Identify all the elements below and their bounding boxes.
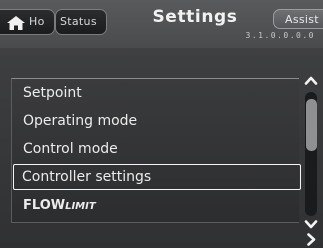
menu-item-label: Controller settings — [22, 169, 152, 185]
tab-status[interactable]: Status — [55, 9, 107, 35]
menu-item-label: Control mode — [23, 141, 118, 157]
menu-item-label: Operating mode — [23, 113, 138, 129]
screen: Ho Status Settings Assist 3.1.0.0.0.0 Se… — [0, 0, 323, 248]
tab-status-label: Status — [60, 15, 97, 28]
menu-item-label: Setpoint — [23, 85, 82, 101]
menu-item-operating-mode[interactable]: Operating mode — [13, 108, 299, 134]
menu-item-flowlimit[interactable]: FLOWLIMIT — [13, 192, 299, 218]
menu-code: 3.1.0.0.0.0 — [245, 31, 315, 40]
tab-assist-label: Assist — [285, 13, 319, 26]
menu-item-setpoint[interactable]: Setpoint — [13, 80, 299, 106]
tab-assist[interactable]: Assist — [273, 9, 323, 29]
tab-home[interactable]: Ho — [0, 9, 55, 35]
home-icon — [7, 16, 25, 30]
page-title: Settings — [152, 7, 238, 27]
menu-item-label-main: FLOW — [23, 198, 66, 213]
chevron-right-icon[interactable] — [305, 233, 317, 246]
chevron-down-icon[interactable] — [304, 219, 318, 231]
tab-home-label: Ho — [29, 15, 45, 28]
menu-item-label-suffix: LIMIT — [65, 201, 96, 212]
scrollbar-thumb[interactable] — [306, 99, 317, 151]
top-bar: Ho Status Settings Assist 3.1.0.0.0.0 — [0, 0, 323, 48]
chevron-up-icon[interactable] — [304, 74, 318, 86]
menu-item-controller-settings[interactable]: Controller settings — [13, 164, 301, 190]
menu-item-control-mode[interactable]: Control mode — [13, 136, 299, 162]
